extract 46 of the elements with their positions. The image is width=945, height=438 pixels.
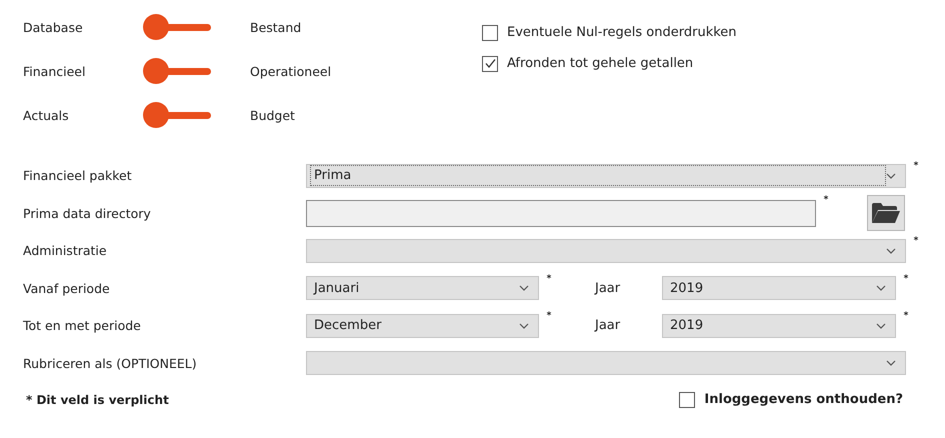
- checkbox[interactable]: [482, 24, 498, 40]
- toggle-label: Financieel: [23, 64, 86, 78]
- field-label: Financieel pakket: [23, 168, 133, 184]
- checkbox[interactable]: [482, 56, 498, 72]
- toggle-label: Operationeel: [250, 64, 332, 78]
- checkbox-label: Eventuele Nul-regels onderdrukken: [507, 25, 737, 40]
- input-field[interactable]: [306, 200, 816, 227]
- checkbox-label: Afronden tot gehele getallen: [507, 56, 694, 71]
- chevron-down-icon: [876, 322, 886, 329]
- chevron-down-icon: [886, 360, 896, 366]
- toggle-switch[interactable]: [143, 102, 211, 128]
- toggle-switch[interactable]: [143, 58, 211, 84]
- dropdown[interactable]: Prima: [306, 164, 906, 188]
- field-label: Administratie: [23, 243, 108, 258]
- required-note: * Dit veld is verplicht: [25, 392, 169, 406]
- required-mark: *: [912, 160, 920, 171]
- dropdown[interactable]: 2019: [662, 314, 896, 338]
- required-mark: *: [546, 310, 552, 321]
- field-label: Rubriceren als (OPTIONEEL): [23, 356, 198, 371]
- required-mark: *: [902, 272, 910, 284]
- dropdown[interactable]: Januari: [306, 276, 539, 300]
- chevron-down-icon: [519, 285, 529, 292]
- required-mark: *: [546, 272, 552, 284]
- toggle-label: Database: [23, 20, 84, 34]
- field-label: Vanaf periode: [23, 280, 111, 296]
- browse-button[interactable]: [867, 195, 905, 232]
- field-label: Tot en met periode: [23, 318, 142, 334]
- chevron-down-icon: [876, 285, 886, 292]
- field-label: Jaar: [595, 280, 622, 296]
- required-mark: *: [912, 235, 920, 246]
- chevron-down-icon: [886, 248, 896, 254]
- required-mark: *: [902, 310, 910, 321]
- field-label: Jaar: [595, 318, 622, 334]
- toggle-label: Bestand: [250, 20, 302, 34]
- required-mark: *: [822, 194, 830, 204]
- folder-icon: [871, 202, 901, 224]
- toggle-label: Actuals: [23, 108, 70, 122]
- dropdown[interactable]: 2019: [662, 276, 896, 300]
- field-label: Prima data directory: [23, 206, 152, 221]
- checkbox-label: Inloggegevens onthouden?: [704, 392, 903, 407]
- toggle-switch[interactable]: [143, 14, 211, 40]
- chevron-down-icon: [886, 172, 896, 179]
- dropdown[interactable]: December: [306, 314, 539, 338]
- checkbox[interactable]: [679, 392, 696, 408]
- chevron-down-icon: [519, 322, 529, 329]
- toggle-label: Budget: [250, 108, 295, 122]
